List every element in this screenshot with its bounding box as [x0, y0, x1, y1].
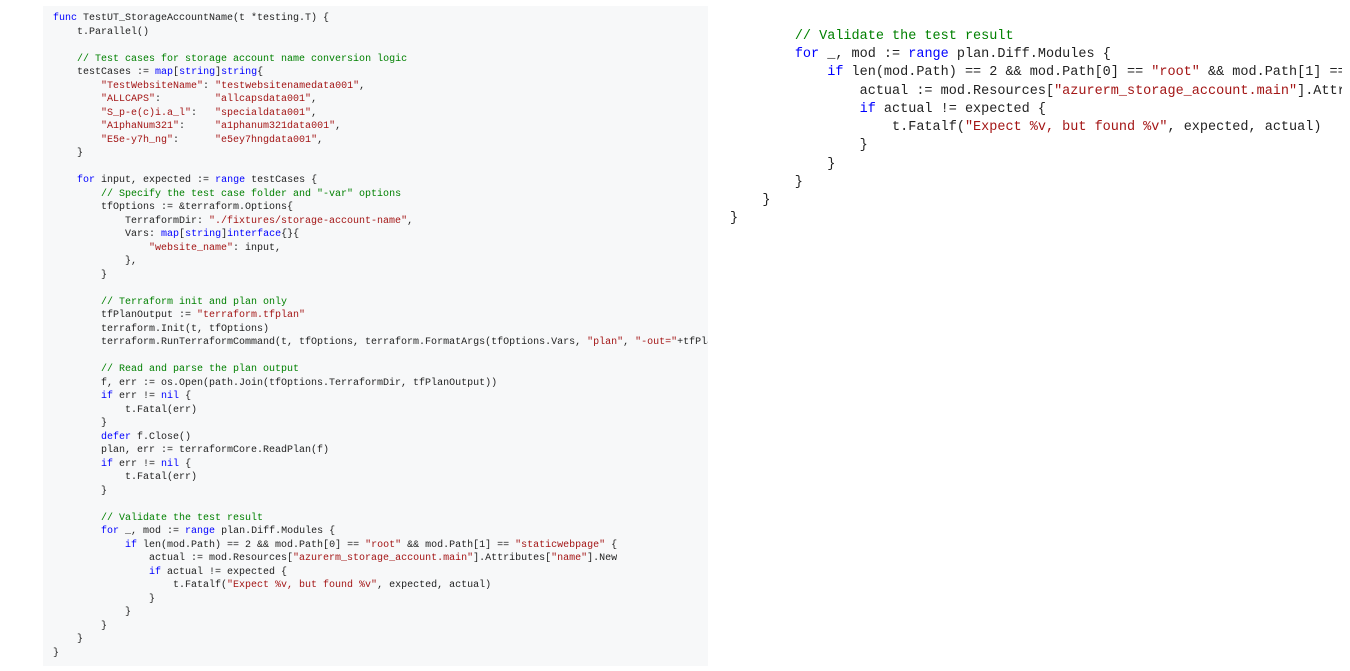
code-block-left: func TestUT_StorageAccountName(t *testin…	[43, 6, 708, 666]
page: func TestUT_StorageAccountName(t *testin…	[0, 0, 1350, 671]
code-block-right: // Validate the test result for _, mod :…	[720, 22, 1342, 227]
code-left: func TestUT_StorageAccountName(t *testin…	[53, 12, 698, 660]
code-right: // Validate the test result for _, mod :…	[730, 28, 1332, 228]
code-right-wrap: // Validate the test result for _, mod :…	[720, 22, 1342, 234]
